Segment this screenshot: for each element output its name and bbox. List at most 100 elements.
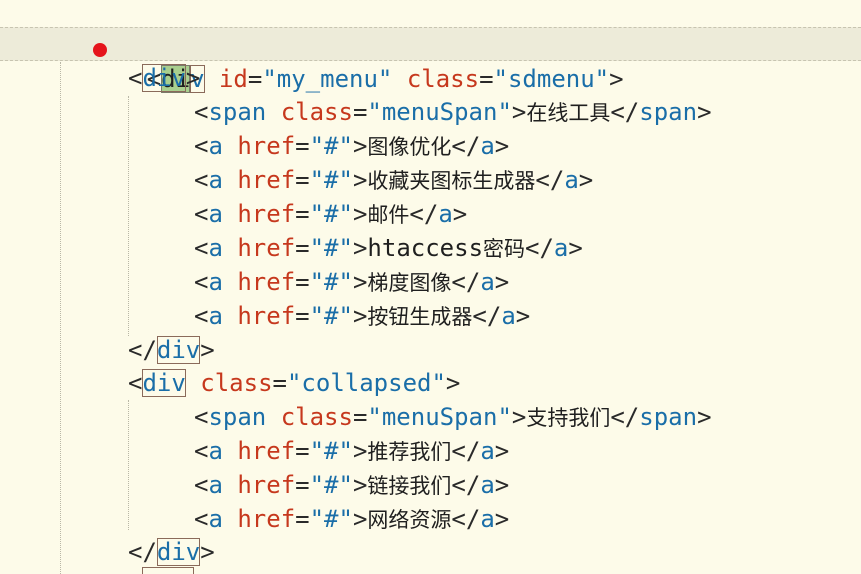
equals-sign: = xyxy=(295,505,310,533)
attribute-value: "#" xyxy=(309,268,353,296)
tag-name: a xyxy=(208,200,223,228)
code-editor[interactable]: <div id="my_menu" class="sdmenu"> <div> … xyxy=(0,0,861,574)
attribute-value: "#" xyxy=(309,200,353,228)
code-line[interactable]: <a href="#">htaccess密码</a> xyxy=(0,231,861,265)
tag-name: a xyxy=(553,234,569,262)
tag-open-bracket: < xyxy=(194,98,209,126)
tag-close-bracket: > xyxy=(200,538,215,566)
tag-name: a xyxy=(208,132,223,160)
attribute-value: "#" xyxy=(309,505,353,533)
tag-close-bracket: > xyxy=(568,234,583,262)
element-text: 推荐我们 xyxy=(367,440,452,464)
code-line[interactable]: </div> xyxy=(0,333,861,367)
tag-open-bracket: </ xyxy=(128,336,157,364)
tag-open-bracket: </ xyxy=(610,98,640,126)
attribute-value: "menuSpan" xyxy=(367,403,512,431)
attribute-name: href xyxy=(237,166,296,194)
attribute-name: class xyxy=(200,369,273,397)
tag-open-bracket: < xyxy=(128,64,143,92)
tag-close-bracket: > xyxy=(352,234,368,262)
tag-open-bracket: < xyxy=(194,200,209,228)
tag-open-bracket: </ xyxy=(525,234,554,262)
tag-close-bracket: > xyxy=(697,403,712,431)
mouse-pointer-dot xyxy=(93,43,107,57)
equals-sign: = xyxy=(295,166,310,194)
tag-close-bracket: > xyxy=(511,403,527,431)
element-text: 收藏夹图标生成器 xyxy=(367,169,536,193)
tag-close-bracket: > xyxy=(352,268,368,296)
code-line[interactable]: <a href="#">链接我们</a> xyxy=(0,468,861,502)
tag-open-bracket: </ xyxy=(128,538,157,566)
tag-close-bracket: > xyxy=(578,166,594,194)
code-line[interactable]: <a href="#">按钮生成器</a> xyxy=(0,299,861,333)
tag-open-bracket: < xyxy=(194,471,209,499)
tag-open-bracket: </ xyxy=(451,471,481,499)
tag-close-bracket: > xyxy=(494,437,510,465)
attribute-value: "#" xyxy=(309,132,353,160)
attribute-value: "menuSpan" xyxy=(367,98,512,126)
tag-name: div xyxy=(156,336,201,364)
attribute-name: class xyxy=(280,98,353,126)
element-text: 图像优化 xyxy=(367,135,452,159)
tag-open-bracket: </ xyxy=(451,132,481,160)
equals-sign: = xyxy=(295,471,310,499)
tag-name: a xyxy=(480,505,495,533)
attribute-name: href xyxy=(237,234,296,262)
tag-close-bracket: > xyxy=(185,64,201,92)
attribute-name: href xyxy=(237,505,296,533)
code-line[interactable]: <a href="#">图像优化</a> xyxy=(0,129,861,163)
tag-close-bracket: > xyxy=(352,505,368,533)
equals-sign: = xyxy=(352,403,368,431)
tag-close-bracket: > xyxy=(352,302,368,330)
code-line[interactable]: <a href="#">梯度图像</a> xyxy=(0,265,861,299)
attribute-name: class xyxy=(280,403,353,431)
tag-name: a xyxy=(501,302,516,330)
tag-open-bracket: < xyxy=(194,234,209,262)
tag-open-bracket: < xyxy=(194,268,209,296)
tag-name: div xyxy=(142,369,186,397)
tag-open-bracket: </ xyxy=(451,505,481,533)
code-line[interactable]: <a href="#">网络资源</a> xyxy=(0,502,861,536)
equals-sign: = xyxy=(295,132,310,160)
code-line[interactable]: <span class="menuSpan">支持我们</span> xyxy=(0,400,861,434)
tag-name: a xyxy=(208,471,223,499)
code-line-current[interactable]: <div id="my_menu" class="sdmenu"> xyxy=(0,27,861,93)
code-line[interactable]: <div> xyxy=(0,61,861,95)
attribute-value: "#" xyxy=(309,437,353,465)
tag-close-bracket: > xyxy=(494,505,510,533)
tag-open-bracket: </ xyxy=(472,302,502,330)
tag-close-bracket: > xyxy=(445,369,461,397)
tag-open-bracket: </ xyxy=(535,166,565,194)
element-text: 邮件 xyxy=(367,203,410,227)
tag-name: a xyxy=(208,437,223,465)
code-line[interactable]: <div class="collapsed"> xyxy=(0,366,861,400)
tag-open-bracket: < xyxy=(194,437,209,465)
code-line[interactable]: </div> xyxy=(0,535,861,569)
attribute-value: "#" xyxy=(309,166,353,194)
attribute-name: href xyxy=(237,132,296,160)
attribute-value: "#" xyxy=(309,234,353,262)
tag-name: a xyxy=(208,268,223,296)
tag-open-bracket: </ xyxy=(409,200,439,228)
attribute-name: href xyxy=(237,471,296,499)
element-text: 网络资源 xyxy=(367,508,452,532)
tag-name: div xyxy=(142,64,186,92)
attribute-name: href xyxy=(237,268,296,296)
equals-sign: = xyxy=(295,234,310,262)
tag-close-bracket: > xyxy=(515,302,531,330)
tag-close-bracket: > xyxy=(352,166,368,194)
code-line[interactable]: <a href="#">邮件</a> xyxy=(0,197,861,231)
attribute-name: href xyxy=(237,200,296,228)
tag-open-bracket: < xyxy=(128,369,143,397)
element-text-latin: htaccess xyxy=(367,234,484,262)
tag-close-bracket: > xyxy=(352,437,368,465)
tag-open-bracket: < xyxy=(194,166,209,194)
code-line[interactable]: <span class="menuSpan">在线工具</span> xyxy=(0,95,861,129)
code-line[interactable]: <a href="#">收藏夹图标生成器</a> xyxy=(0,163,861,197)
tag-name: a xyxy=(208,505,223,533)
tag-name: a xyxy=(480,471,495,499)
tag-close-bracket: > xyxy=(511,98,527,126)
equals-sign: = xyxy=(295,200,310,228)
code-line[interactable]: <a href="#">推荐我们</a> xyxy=(0,434,861,468)
tag-name: div xyxy=(156,538,201,566)
